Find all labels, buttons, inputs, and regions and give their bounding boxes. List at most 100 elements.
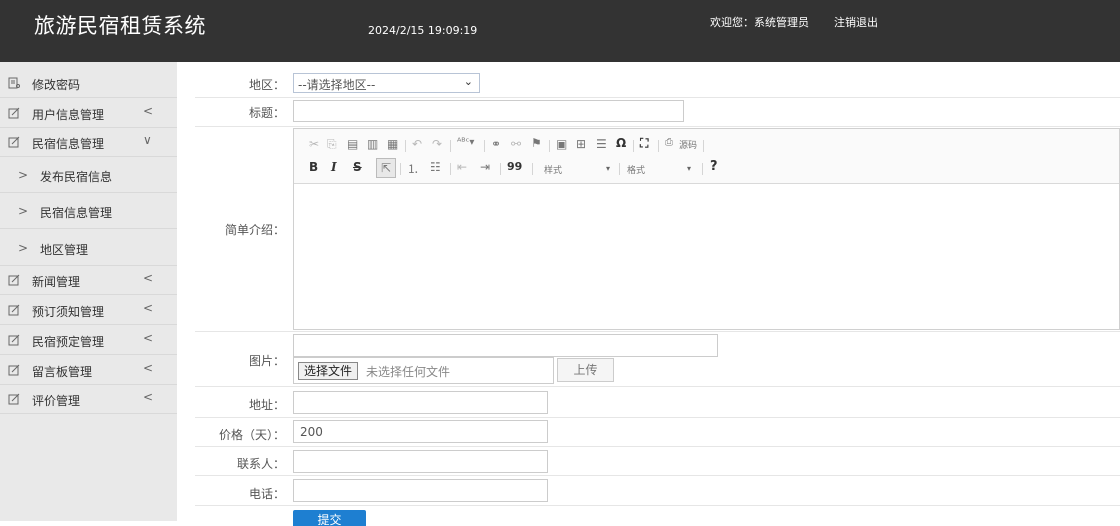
region-select-value: --请选择地区-- xyxy=(298,78,376,92)
horizontal-rule-icon[interactable]: ☰ xyxy=(596,137,607,151)
bold-icon[interactable]: B xyxy=(309,160,318,174)
edit-icon xyxy=(8,393,20,405)
top-header: 旅游民宿租赁系统 2024/2/15 19:09:19 欢迎您：系统管理员 注销… xyxy=(0,0,1120,62)
row-divider xyxy=(195,417,1120,418)
row-divider xyxy=(195,126,1120,127)
row-divider xyxy=(195,446,1120,447)
italic-icon[interactable]: I xyxy=(331,160,337,174)
sidebar-item-reviews[interactable]: 评价管理 < xyxy=(0,385,177,414)
region-label: 地区： xyxy=(248,78,285,92)
edit-icon xyxy=(8,334,20,346)
source-icon[interactable]: ⎙ xyxy=(665,137,673,148)
address-label: 地址： xyxy=(248,398,285,412)
chevron-down-icon: ⌄ xyxy=(463,75,473,88)
special-char-icon[interactable]: Ω xyxy=(616,136,626,150)
table-icon[interactable]: ⊞ xyxy=(576,137,586,151)
sidebar-subitem-publish-homestay[interactable]: > 发布民宿信息 xyxy=(0,157,177,193)
edit-icon xyxy=(8,364,20,376)
sidebar-item-label: 民宿信息管理 xyxy=(32,137,105,151)
edit-icon xyxy=(8,107,20,119)
sidebar-item-homestay-management[interactable]: 民宿信息管理 ∨ xyxy=(0,128,177,157)
toolbar-separator xyxy=(405,140,406,152)
sidebar-item-booking-notice[interactable]: 预订须知管理 < xyxy=(0,296,177,325)
image-path-input[interactable] xyxy=(293,334,718,357)
price-input-value: 200 xyxy=(300,425,323,439)
anchor-flag-icon[interactable]: ⚑ xyxy=(531,136,542,150)
intro-label: 简单介绍： xyxy=(224,223,285,237)
paste-text-icon[interactable]: ▥ xyxy=(367,137,378,151)
style-dropdown[interactable]: 样式 ▾ xyxy=(544,163,614,176)
sidebar-subitem-label: 民宿信息管理 xyxy=(40,206,113,220)
sidebar-item-label: 评价管理 xyxy=(32,394,81,408)
source-button-label[interactable]: 源码 xyxy=(679,138,697,151)
blockquote-icon[interactable]: 99 xyxy=(507,160,522,173)
chevron-right-icon: > xyxy=(18,204,29,218)
image-label: 图片： xyxy=(248,354,285,368)
chevron-left-icon: < xyxy=(143,361,154,375)
row-divider xyxy=(195,475,1120,476)
redo-icon[interactable]: ↷ xyxy=(432,137,442,151)
indent-icon[interactable]: ⇥ xyxy=(480,160,490,174)
no-file-text: 未选择任何文件 xyxy=(366,365,451,379)
maximize-icon[interactable]: ⛶ xyxy=(640,136,648,151)
toolbar-separator xyxy=(633,140,634,152)
outdent-icon[interactable]: ⇤ xyxy=(457,160,467,174)
sidebar-item-label: 用户信息管理 xyxy=(32,108,105,122)
file-chooser[interactable]: 选择文件 未选择任何文件 xyxy=(293,357,554,384)
sidebar-item-label: 预订须知管理 xyxy=(32,305,105,319)
toolbar-separator xyxy=(549,140,550,152)
chevron-left-icon: < xyxy=(143,301,154,315)
format-dropdown[interactable]: 格式 ▾ xyxy=(627,163,697,176)
image-icon[interactable]: ▣ xyxy=(556,137,567,151)
price-input[interactable]: 200 xyxy=(293,420,548,443)
submit-button[interactable]: 提交 xyxy=(293,510,366,526)
sidebar-item-label: 修改密码 xyxy=(32,78,81,92)
style-dropdown-label: 样式 xyxy=(544,166,563,176)
undo-icon[interactable]: ↶ xyxy=(412,137,422,151)
toolbar-separator xyxy=(702,163,703,175)
link-icon[interactable]: ⚭ xyxy=(491,137,501,151)
toolbar-separator xyxy=(619,163,620,175)
remove-format-icon[interactable]: ⇱ xyxy=(376,158,396,178)
chevron-down-icon: ▾ xyxy=(606,164,611,173)
cut-icon[interactable]: ✂ xyxy=(309,137,319,151)
sidebar-item-message-board[interactable]: 留言板管理 < xyxy=(0,356,177,385)
sidebar-item-change-password[interactable]: 修改密码 xyxy=(0,69,177,98)
phone-input[interactable] xyxy=(293,479,548,502)
welcome-text: 欢迎您：系统管理员 xyxy=(710,16,809,29)
toolbar-separator xyxy=(484,140,485,152)
toolbar-separator xyxy=(703,140,704,152)
address-input[interactable] xyxy=(293,391,548,414)
region-select[interactable]: --请选择地区-- ⌄ xyxy=(293,73,480,93)
rich-text-editor[interactable]: ✂ ⎘ ▤ ▥ ▦ ↶ ↷ ᴬᴮᶜ▾ ⚭ ⚯ ⚑ ▣ ⊞ ☰ Ω ⛶ ⎙ 源码 xyxy=(293,128,1120,330)
spellcheck-icon[interactable]: ᴬᴮᶜ▾ xyxy=(457,137,474,148)
choose-file-button[interactable]: 选择文件 xyxy=(298,362,359,380)
numbered-list-icon[interactable]: ⒈ xyxy=(407,160,419,177)
editor-content-area[interactable] xyxy=(294,184,1119,329)
upload-button[interactable]: 上传 xyxy=(557,358,614,382)
sidebar-subitem-homestay-info[interactable]: > 民宿信息管理 xyxy=(0,193,177,229)
sidebar-subitem-region[interactable]: > 地区管理 xyxy=(0,230,177,266)
paste-word-icon[interactable]: ▦ xyxy=(387,137,398,151)
copy-icon[interactable]: ⎘ xyxy=(327,137,337,152)
help-icon[interactable]: ? xyxy=(710,159,718,174)
logout-link[interactable]: 注销退出 xyxy=(834,14,878,30)
sidebar-subitem-label: 发布民宿信息 xyxy=(40,170,113,184)
bulleted-list-icon[interactable]: ☷ xyxy=(430,160,441,174)
toolbar-separator xyxy=(532,163,533,175)
title-input[interactable] xyxy=(293,100,684,122)
chevron-right-icon: > xyxy=(18,168,29,182)
paste-icon[interactable]: ▤ xyxy=(347,137,358,151)
chevron-right-icon: > xyxy=(18,241,29,255)
sidebar-item-label: 留言板管理 xyxy=(32,365,93,379)
homestay-form: 地区： --请选择地区-- ⌄ 标题： 简单介绍： ✂ ⎘ ▤ ▥ ▦ ↶ ↷ … xyxy=(195,62,1120,526)
unlink-icon[interactable]: ⚯ xyxy=(511,137,521,151)
sidebar: 修改密码 用户信息管理 < 民宿信息管理 ∨ > 发布民宿信息 > 民宿信息管理… xyxy=(0,62,177,521)
contact-input[interactable] xyxy=(293,450,548,473)
strikethrough-icon[interactable]: S xyxy=(353,160,362,174)
editor-toolbar: ✂ ⎘ ▤ ▥ ▦ ↶ ↷ ᴬᴮᶜ▾ ⚭ ⚯ ⚑ ▣ ⊞ ☰ Ω ⛶ ⎙ 源码 xyxy=(294,129,1119,184)
sidebar-item-user-management[interactable]: 用户信息管理 < xyxy=(0,99,177,128)
edit-icon xyxy=(8,136,20,148)
sidebar-item-reservation[interactable]: 民宿预定管理 < xyxy=(0,326,177,355)
sidebar-item-news[interactable]: 新闻管理 < xyxy=(0,266,177,295)
